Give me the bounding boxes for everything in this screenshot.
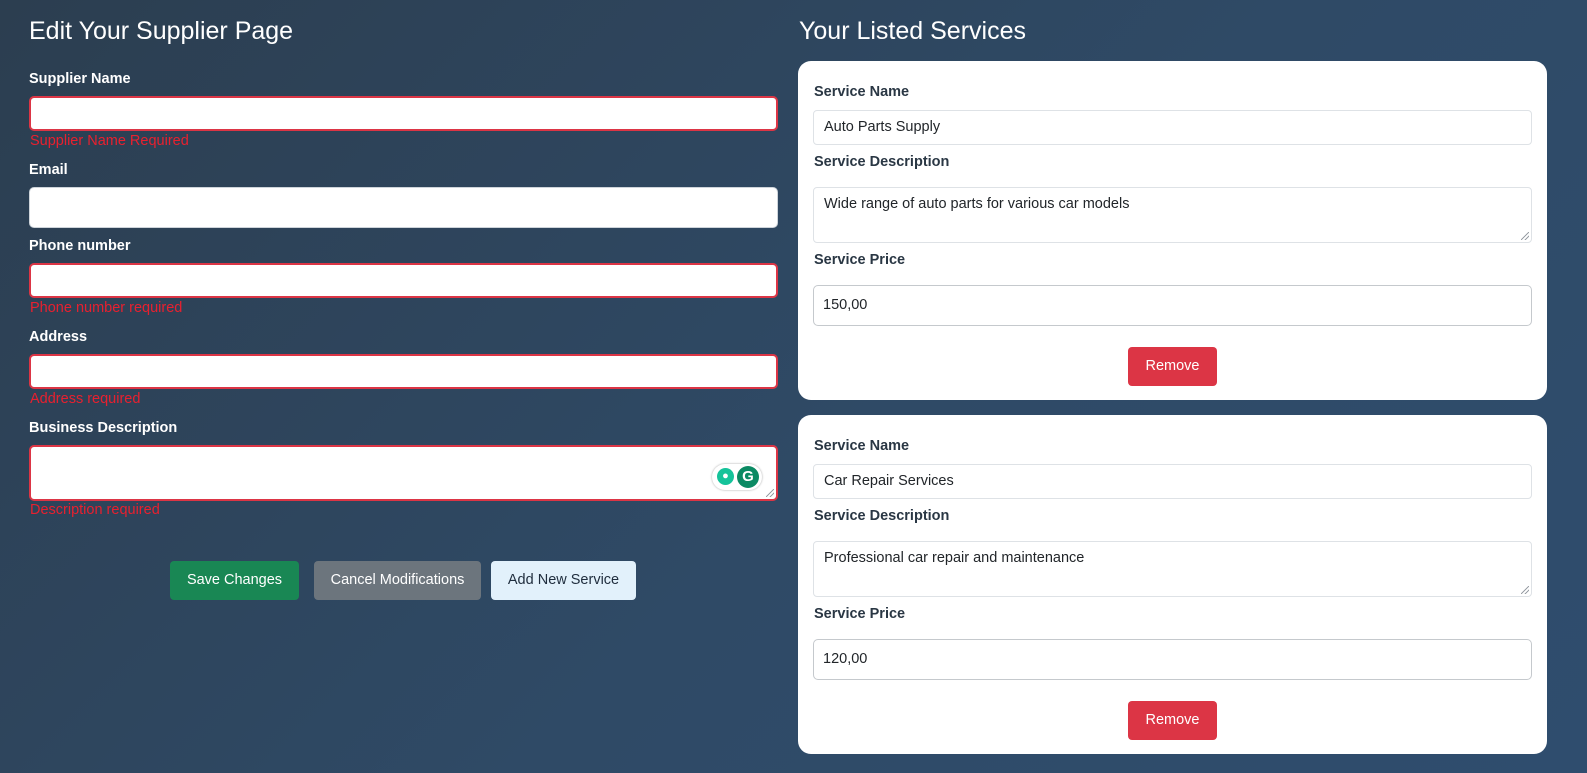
- address-error: Address required: [30, 391, 141, 407]
- service-card: Service Name Car Repair Services Service…: [798, 415, 1547, 754]
- page-title: Edit Your Supplier Page: [29, 17, 294, 45]
- service-name-input[interactable]: Auto Parts Supply: [813, 110, 1532, 145]
- supplier-name-error: Supplier Name Required: [30, 133, 189, 149]
- service-name-label: Service Name: [814, 84, 910, 100]
- service-description-textarea[interactable]: Wide range of auto parts for various car…: [813, 187, 1532, 243]
- address-label: Address: [29, 329, 88, 345]
- grammarly-logo-icon[interactable]: G: [737, 466, 759, 488]
- service-price-label: Service Price: [814, 252, 906, 268]
- remove-service-button[interactable]: Remove: [1128, 701, 1217, 740]
- resize-handle-icon[interactable]: [766, 489, 774, 497]
- resize-handle-icon[interactable]: [1521, 586, 1529, 594]
- service-price-input[interactable]: 120,00: [813, 639, 1532, 680]
- grammarly-widget[interactable]: ● G: [712, 464, 762, 490]
- address-input[interactable]: [29, 354, 778, 389]
- service-price-label: Service Price: [814, 606, 906, 622]
- description-error: Description required: [30, 502, 160, 518]
- supplier-name-label: Supplier Name: [29, 71, 131, 87]
- phone-input[interactable]: [29, 263, 778, 298]
- email-field[interactable]: [29, 187, 778, 228]
- phone-label: Phone number: [29, 238, 131, 254]
- service-name-input[interactable]: Car Repair Services: [813, 464, 1532, 499]
- business-description-label: Business Description: [29, 420, 178, 436]
- service-price-input[interactable]: 150,00: [813, 285, 1532, 326]
- business-description-textarea[interactable]: ● G: [29, 445, 778, 501]
- add-new-service-button[interactable]: Add New Service: [491, 561, 636, 600]
- service-description-text: Wide range of auto parts for various car…: [824, 196, 1130, 212]
- resize-handle-icon[interactable]: [1521, 232, 1529, 240]
- supplier-name-input[interactable]: [29, 96, 778, 131]
- save-changes-button[interactable]: Save Changes: [170, 561, 299, 600]
- service-description-label: Service Description: [814, 154, 950, 170]
- service-card: Service Name Auto Parts Supply Service D…: [798, 61, 1547, 400]
- cancel-modifications-button[interactable]: Cancel Modifications: [314, 561, 481, 600]
- service-description-text: Professional car repair and maintenance: [824, 550, 1085, 566]
- service-description-label: Service Description: [814, 508, 950, 524]
- service-name-label: Service Name: [814, 438, 910, 454]
- remove-service-button[interactable]: Remove: [1128, 347, 1217, 386]
- email-label: Email: [29, 162, 68, 178]
- phone-error: Phone number required: [30, 300, 183, 316]
- services-title: Your Listed Services: [799, 17, 1026, 45]
- service-description-textarea[interactable]: Professional car repair and maintenance: [813, 541, 1532, 597]
- grammarly-suggestion-icon[interactable]: ●: [717, 468, 734, 485]
